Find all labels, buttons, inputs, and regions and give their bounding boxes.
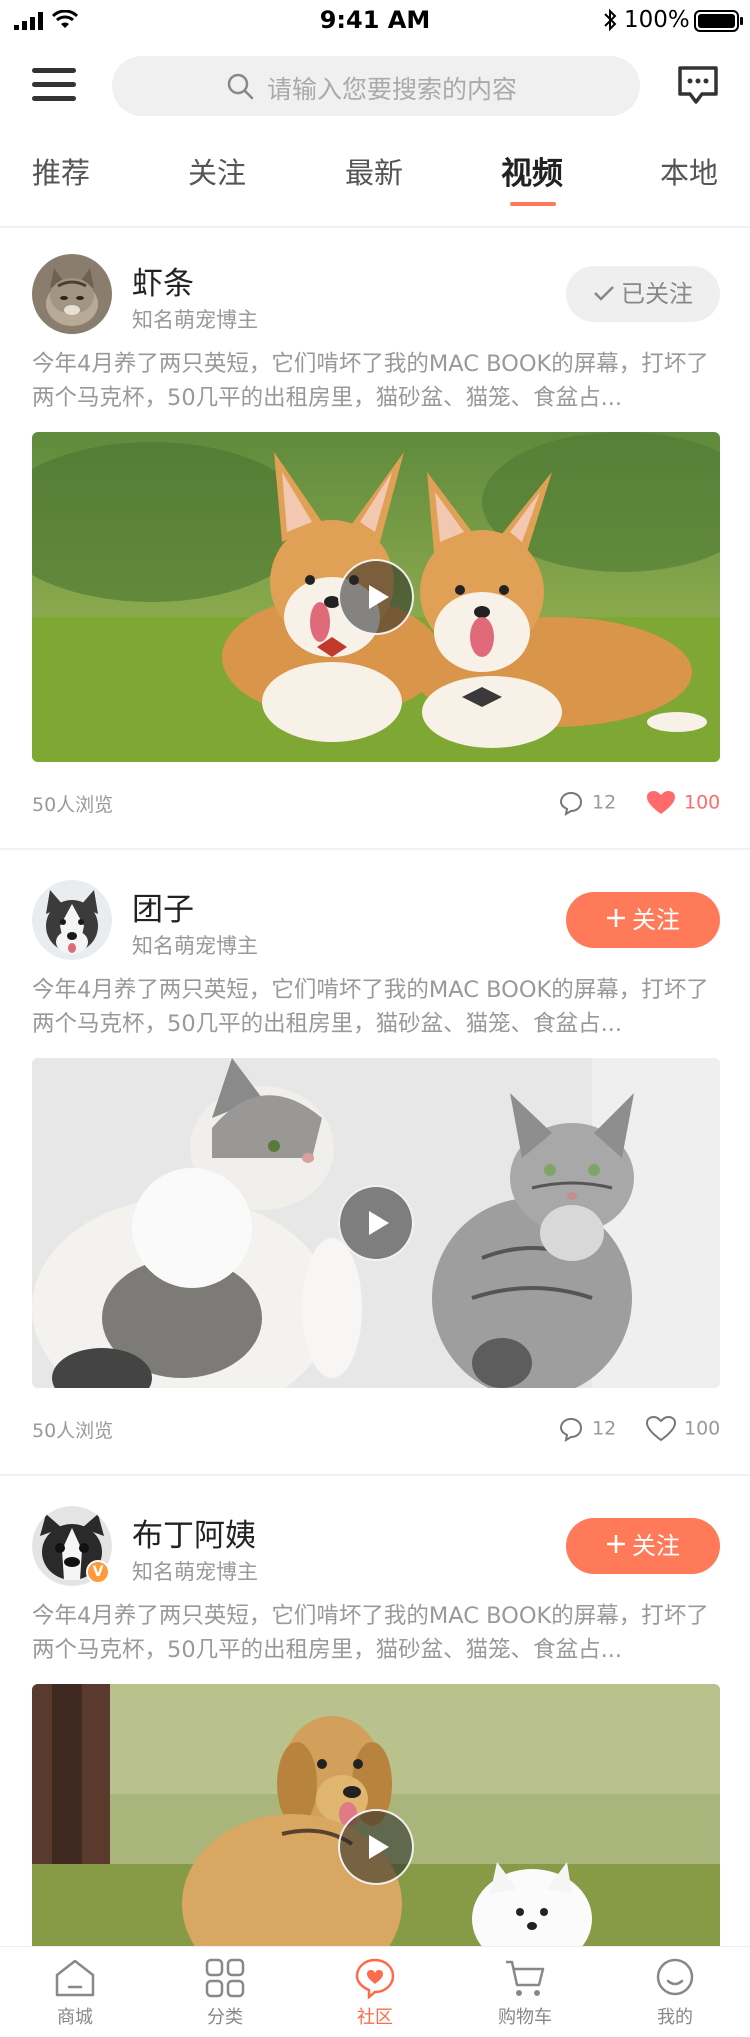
avatar[interactable] [32, 254, 112, 334]
plus-icon [606, 1518, 626, 1574]
avatar[interactable]: V [32, 1506, 112, 1586]
play-icon[interactable] [338, 1809, 414, 1885]
tabbar-item-category[interactable]: 分类 [175, 1957, 275, 2029]
author-title: 知名萌宠博主 [132, 308, 258, 332]
author-name[interactable]: 虾条 [132, 258, 194, 303]
play-icon[interactable] [338, 1185, 414, 1261]
menu-button[interactable] [32, 68, 76, 104]
menu-icon-bar [32, 96, 76, 101]
video-thumbnail[interactable] [32, 1684, 720, 1946]
followed-button[interactable]: 已关注 [566, 266, 720, 322]
community-icon [355, 1958, 395, 1999]
follow-button[interactable]: 关注 [566, 1518, 720, 1574]
tab-recommend[interactable]: 推荐 [32, 150, 90, 192]
search-input[interactable]: 请输入您要搜索的内容 [112, 56, 640, 116]
follow-label: 关注 [632, 1532, 680, 1560]
comment-button[interactable]: 12 [558, 790, 617, 817]
follow-label: 已关注 [621, 280, 693, 308]
tabbar-label: 商城 [57, 2007, 93, 2028]
menu-icon-bar [32, 68, 76, 73]
comment-count: 12 [592, 791, 617, 814]
follow-button[interactable]: 关注 [566, 892, 720, 948]
grid-icon [205, 1958, 245, 1998]
heart-outline-icon [645, 1415, 677, 1442]
check-icon [593, 266, 615, 322]
tabbar-item-community[interactable]: 社区 [325, 1957, 425, 2029]
like-count: 100 [684, 791, 721, 814]
tab-latest[interactable]: 最新 [345, 150, 403, 192]
tabbar-label: 购物车 [498, 2007, 552, 2028]
author-name[interactable]: 团子 [132, 884, 194, 929]
tabbar-item-cart[interactable]: 购物车 [475, 1957, 575, 2029]
tabbar-item-mall[interactable]: 商城 [25, 1957, 125, 2029]
author-title: 知名萌宠博主 [132, 1560, 258, 1584]
tabbar-label: 分类 [207, 2007, 243, 2028]
heart-filled-icon [647, 791, 675, 814]
battery-percentage: 100% [624, 7, 690, 33]
video-thumbnail[interactable] [32, 1058, 720, 1388]
like-button[interactable]: 100 [645, 1415, 721, 1442]
verified-badge: V [86, 1560, 110, 1584]
tab-active-indicator [510, 202, 556, 206]
tab-video[interactable]: 视频 [501, 148, 563, 193]
video-thumbnail[interactable] [32, 432, 720, 762]
bluetooth-icon [604, 8, 617, 32]
tab-following[interactable]: 关注 [188, 150, 246, 192]
profile-icon [656, 1958, 694, 1996]
view-count: 50人浏览 [32, 794, 114, 816]
tabbar-label: 社区 [357, 2007, 393, 2028]
message-icon[interactable] [676, 64, 720, 106]
tab-local[interactable]: 本地 [660, 150, 718, 192]
menu-icon-bar [32, 82, 76, 87]
like-count: 100 [684, 1417, 721, 1440]
status-bar: 9:41 AM 100% [0, 0, 750, 44]
post-text[interactable]: 今年4月养了两只英短，它们啃坏了我的MAC BOOK的屏幕，打坏了两个马克杯，5… [32, 973, 722, 1041]
post-text[interactable]: 今年4月养了两只英短，它们啃坏了我的MAC BOOK的屏幕，打坏了两个马克杯，5… [32, 1599, 722, 1667]
tabbar-item-profile[interactable]: 我的 [625, 1957, 725, 2029]
search-placeholder: 请输入您要搜索的内容 [267, 75, 518, 104]
divider [0, 226, 750, 228]
home-icon [55, 1959, 95, 1997]
author-title: 知名萌宠博主 [132, 934, 258, 958]
play-icon[interactable] [338, 559, 414, 635]
like-button[interactable]: 100 [646, 790, 720, 816]
author-name[interactable]: 布丁阿姨 [132, 1510, 256, 1555]
comment-button[interactable]: 12 [558, 1416, 617, 1443]
divider [0, 1474, 750, 1476]
bottom-tab-bar: 商城 分类 社区 购物车 我的 [0, 1946, 750, 2037]
avatar[interactable] [32, 880, 112, 960]
comment-count: 12 [592, 1417, 617, 1440]
plus-icon [606, 892, 626, 948]
battery-icon [694, 10, 743, 32]
cart-icon [506, 1960, 545, 1996]
tabbar-label: 我的 [657, 2007, 693, 2028]
follow-label: 关注 [632, 906, 680, 934]
divider [0, 848, 750, 850]
search-icon [227, 73, 254, 100]
comment-icon [559, 1417, 583, 1443]
view-count: 50人浏览 [32, 1420, 114, 1442]
comment-icon [559, 791, 583, 817]
post-text[interactable]: 今年4月养了两只英短，它们啃坏了我的MAC BOOK的屏幕，打坏了两个马克杯，5… [32, 347, 722, 415]
